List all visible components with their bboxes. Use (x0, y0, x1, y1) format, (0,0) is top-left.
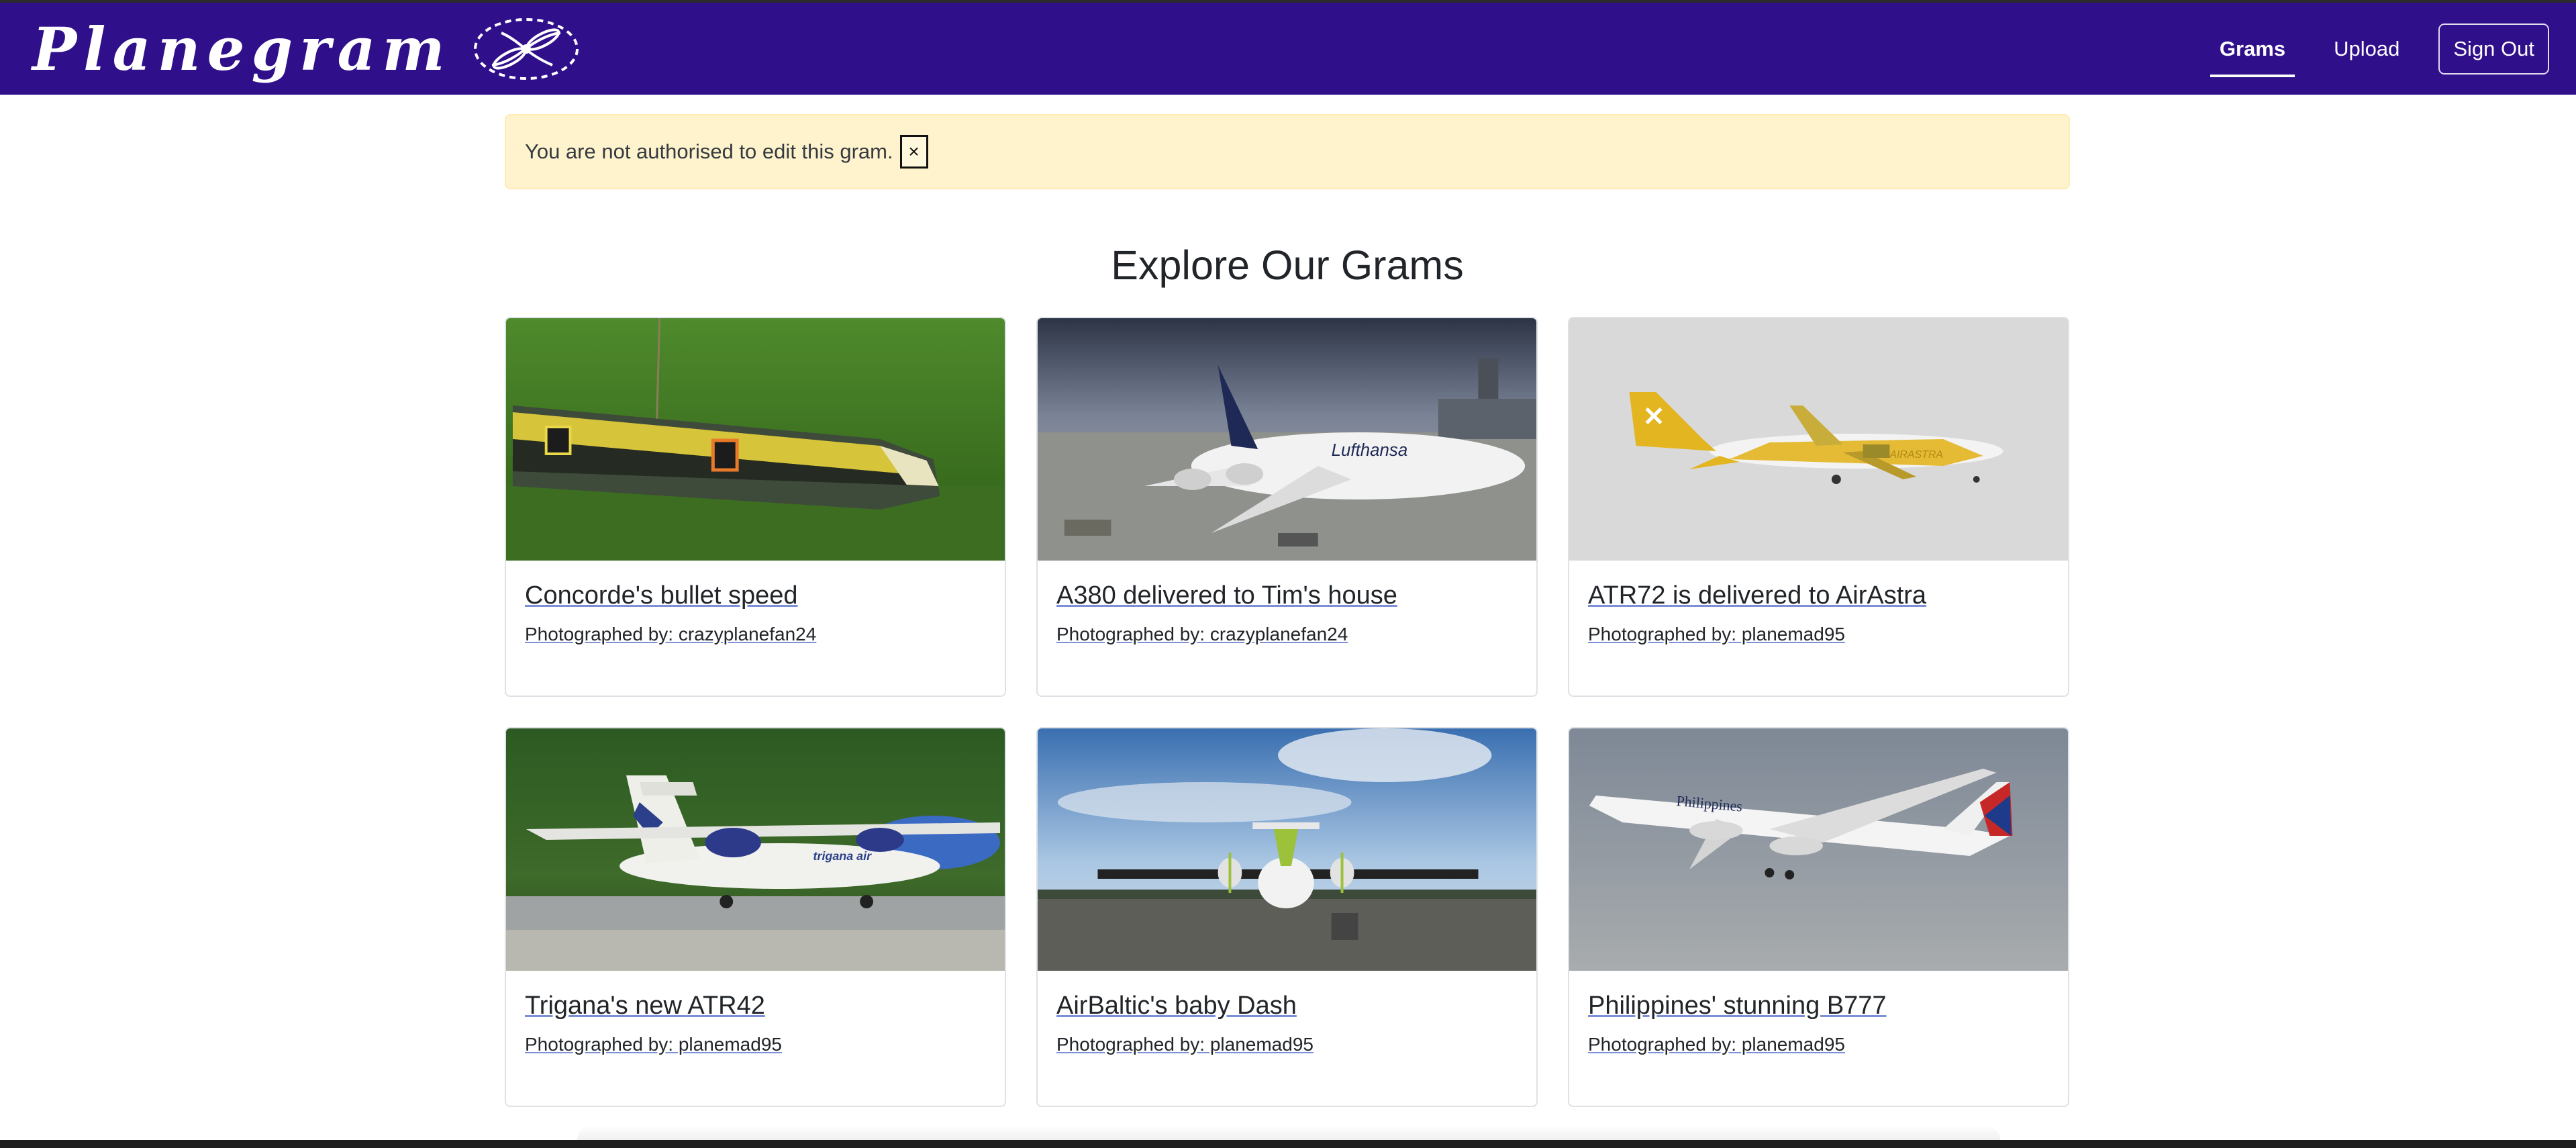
card-author-link[interactable]: Photographed by: planemad95 (1588, 1034, 2049, 1055)
grams-grid: Concorde's bullet speed Photographed by:… (505, 317, 2070, 1107)
svg-text:✕: ✕ (1642, 402, 1665, 432)
gram-card: Philippines Philippines' stunning B777 P… (1568, 727, 2069, 1107)
card-body: Philippines' stunning B777 Photographed … (1569, 971, 2068, 1073)
gram-card: Concorde's bullet speed Photographed by:… (505, 317, 1006, 697)
navbar: Planegram Grams Upload Sign Out (0, 3, 2576, 95)
window-bottom-edge (0, 1140, 2576, 1148)
gram-card: Lufthansa A380 delivered to Tim's house … (1036, 317, 1538, 697)
svg-text:trigana air: trigana air (813, 849, 873, 863)
card-author-link[interactable]: Photographed by: planemad95 (1588, 624, 2049, 645)
nav-menu: Grams Upload Sign Out (2210, 23, 2549, 77)
lufthansa-a380-photo[interactable]: Lufthansa (1038, 318, 1536, 561)
yellow-train-photo[interactable] (506, 318, 1005, 561)
card-author-link[interactable]: Photographed by: planemad95 (1056, 1034, 1518, 1055)
gram-card: ✕ AIRASTRA ATR72 is delivered to AirAstr… (1568, 317, 2069, 697)
nav-link-grams[interactable]: Grams (2210, 29, 2295, 77)
bottom-shadow (577, 1125, 2000, 1140)
card-body: ATR72 is delivered to AirAstra Photograp… (1569, 561, 2068, 663)
card-author-link[interactable]: Photographed by: crazyplanefan24 (1056, 624, 1518, 645)
gram-card: trigana air Trigana's new ATR42 Photogra… (505, 727, 1006, 1107)
sign-out-button[interactable]: Sign Out (2438, 23, 2549, 75)
card-body: A380 delivered to Tim's house Photograph… (1038, 561, 1536, 663)
card-body: Concorde's bullet speed Photographed by:… (506, 561, 1005, 663)
card-title-link[interactable]: Trigana's new ATR42 (525, 991, 986, 1022)
svg-text:AIRASTRA: AIRASTRA (1889, 449, 1942, 461)
warning-alert: You are not authorised to edit this gram… (505, 114, 2070, 189)
alert-close-button[interactable]: × (899, 135, 928, 169)
svg-text:Lufthansa: Lufthansa (1332, 441, 1408, 460)
card-title-link[interactable]: Philippines' stunning B777 (1588, 991, 2049, 1022)
card-author-link[interactable]: Photographed by: planemad95 (525, 1034, 986, 1055)
card-body: Trigana's new ATR42 Photographed by: pla… (506, 971, 1005, 1073)
card-title-link[interactable]: ATR72 is delivered to AirAstra (1588, 581, 2049, 612)
card-title-link[interactable]: A380 delivered to Tim's house (1056, 581, 1518, 612)
gram-card: AirBaltic's baby Dash Photographed by: p… (1036, 727, 1538, 1107)
card-title-link[interactable]: Concorde's bullet speed (525, 581, 986, 612)
philippines-b777-photo[interactable]: Philippines (1569, 728, 2068, 971)
nav-link-upload[interactable]: Upload (2324, 29, 2409, 69)
airbaltic-dash-photo[interactable] (1038, 728, 1536, 971)
trigana-atr42-photo[interactable]: trigana air (506, 728, 1005, 971)
page-title: Explore Our Grams (1111, 242, 1464, 288)
airastra-atr72-photo[interactable]: ✕ AIRASTRA (1569, 318, 2068, 561)
card-title-link[interactable]: AirBaltic's baby Dash (1056, 991, 1518, 1022)
alert-message: You are not authorised to edit this gram… (525, 140, 893, 163)
card-body: AirBaltic's baby Dash Photographed by: p… (1038, 971, 1536, 1073)
brand-name: Planegram (32, 13, 452, 84)
brand-link[interactable]: Planegram (32, 17, 581, 81)
propeller-logo-icon (473, 17, 579, 80)
card-author-link[interactable]: Photographed by: crazyplanefan24 (525, 624, 986, 645)
main-content: You are not authorised to edit this gram… (505, 114, 2070, 1107)
